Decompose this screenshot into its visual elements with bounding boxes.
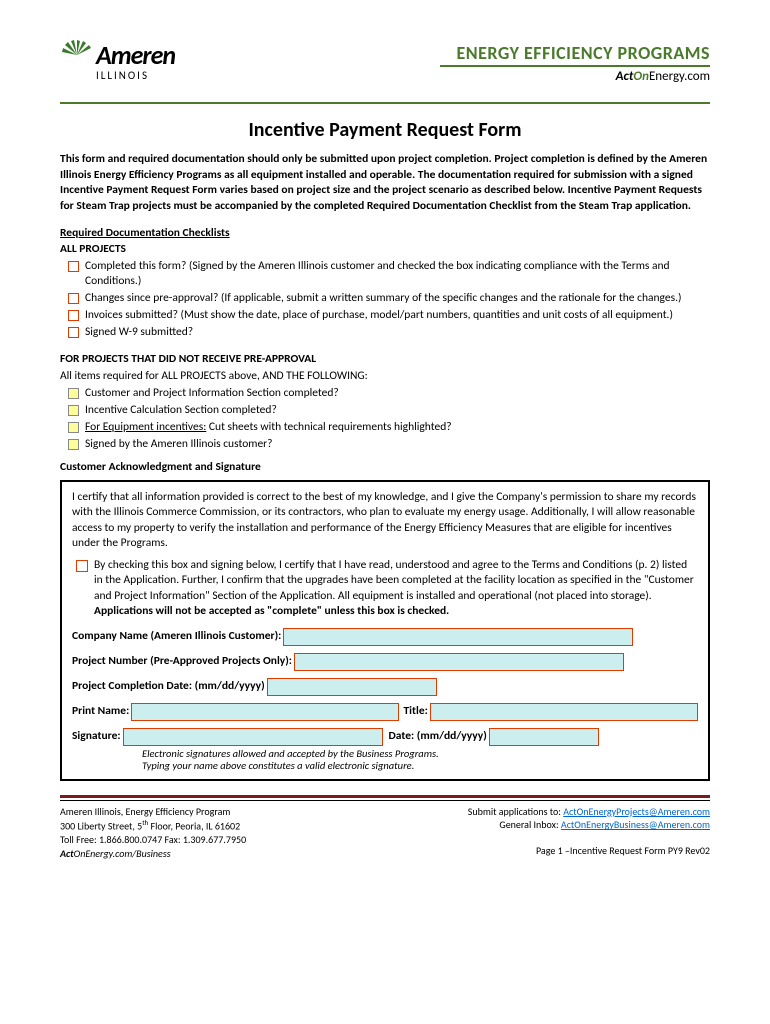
no-preapproval-heading: FOR PROJECTS THAT DID NOT RECEIVE PRE-AP… [60, 352, 710, 366]
logo-subtitle: ILLINOIS [96, 69, 175, 82]
company-name-label: Company Name (Ameren Illinois Customer): [72, 629, 281, 645]
general-email-link[interactable]: ActOnEnergyBusiness@Ameren.com [561, 818, 710, 831]
checkbox-icon[interactable] [68, 388, 79, 399]
checkbox-icon[interactable] [68, 261, 79, 272]
checkbox-icon[interactable] [68, 405, 79, 416]
checkbox-icon[interactable] [68, 310, 79, 321]
project-number-row: Project Number (Pre-Approved Projects On… [72, 653, 698, 671]
project-number-label: Project Number (Pre-Approved Projects On… [72, 654, 292, 670]
checklist-item: Customer and Project Information Section… [60, 386, 710, 401]
ameren-logo: Ameren ILLINOIS [60, 38, 175, 82]
acknowledgment-heading: Customer Acknowledgment and Signature [60, 460, 710, 474]
acknowledgment-box: I certify that all information provided … [60, 480, 710, 781]
checklist-item: Changes since pre-approval? (If applicab… [60, 291, 710, 306]
print-name-label: Print Name: [72, 704, 129, 720]
signature-note-2: Typing your name above constitutes a val… [142, 760, 698, 773]
checklist-item: For Equipment incentives: Cut sheets wit… [60, 420, 710, 435]
company-name-input[interactable] [283, 628, 633, 646]
title-input[interactable] [430, 703, 698, 721]
signature-label: Signature: [72, 729, 121, 745]
date-label: Date: (mm/dd/yyyy) [389, 729, 487, 745]
signature-row: Signature: Date: (mm/dd/yyyy) [72, 728, 698, 746]
logo-burst-icon [60, 38, 94, 72]
checkbox-icon[interactable] [68, 293, 79, 304]
program-title: ENERGY EFFICIENCY PROGRAMS [440, 42, 710, 64]
footer-right: Submit applications to: ActOnEnergyProje… [468, 805, 710, 860]
checklist-item: Signed W-9 submitted? [60, 325, 710, 340]
checklist-item: Incentive Calculation Section completed? [60, 403, 710, 418]
page-header: Ameren ILLINOIS ENERGY EFFICIENCY PROGRA… [60, 38, 710, 84]
all-projects-heading: ALL PROJECTS [60, 242, 710, 256]
intro-text: This form and required documentation sho… [60, 152, 710, 214]
project-number-input[interactable] [294, 653, 624, 671]
header-right: ENERGY EFFICIENCY PROGRAMS ActOnEnergy.c… [440, 42, 710, 84]
checkbox-icon[interactable] [68, 422, 79, 433]
agree-checkbox[interactable] [76, 560, 88, 572]
header-divider [60, 102, 710, 104]
date-input[interactable] [489, 728, 599, 746]
page-title: Incentive Payment Request Form [60, 118, 710, 142]
checklist-item: Signed by the Ameren Illinois customer? [60, 437, 710, 452]
ack-paragraph-1: I certify that all information provided … [72, 490, 698, 552]
completion-date-label: Project Completion Date: (mm/dd/yyyy) [72, 679, 265, 695]
title-label: Title: [403, 704, 427, 720]
ack-paragraph-2: By checking this box and signing below, … [94, 558, 698, 620]
footer-divider-bottom [60, 800, 710, 801]
page-footer: Ameren Illinois, Energy Efficiency Progr… [60, 805, 710, 860]
completion-date-input[interactable] [267, 678, 437, 696]
logo-name: Ameren [96, 39, 175, 71]
ack-agree-row: By checking this box and signing below, … [72, 558, 698, 620]
print-name-input[interactable] [131, 703, 399, 721]
footer-divider-top [60, 795, 710, 798]
checklists-heading: Required Documentation Checklists [60, 226, 710, 240]
completion-date-row: Project Completion Date: (mm/dd/yyyy) [72, 678, 698, 696]
print-name-row: Print Name: Title: [72, 703, 698, 721]
checkbox-icon[interactable] [68, 439, 79, 450]
checklist-item: Invoices submitted? (Must show the date,… [60, 308, 710, 323]
no-preapproval-note: All items required for ALL PROJECTS abov… [60, 369, 710, 383]
program-url: ActOnEnergy.com [440, 69, 710, 84]
company-name-row: Company Name (Ameren Illinois Customer): [72, 628, 698, 646]
footer-left: Ameren Illinois, Energy Efficiency Progr… [60, 805, 246, 860]
submit-email-link[interactable]: ActOnEnergyProjects@Ameren.com [563, 805, 710, 818]
page-number: Page 1 –Incentive Request Form PY9 Rev02 [468, 844, 710, 858]
checklist-item: Completed this form? (Signed by the Amer… [60, 259, 710, 289]
checkbox-icon[interactable] [68, 327, 79, 338]
signature-input[interactable] [123, 728, 383, 746]
